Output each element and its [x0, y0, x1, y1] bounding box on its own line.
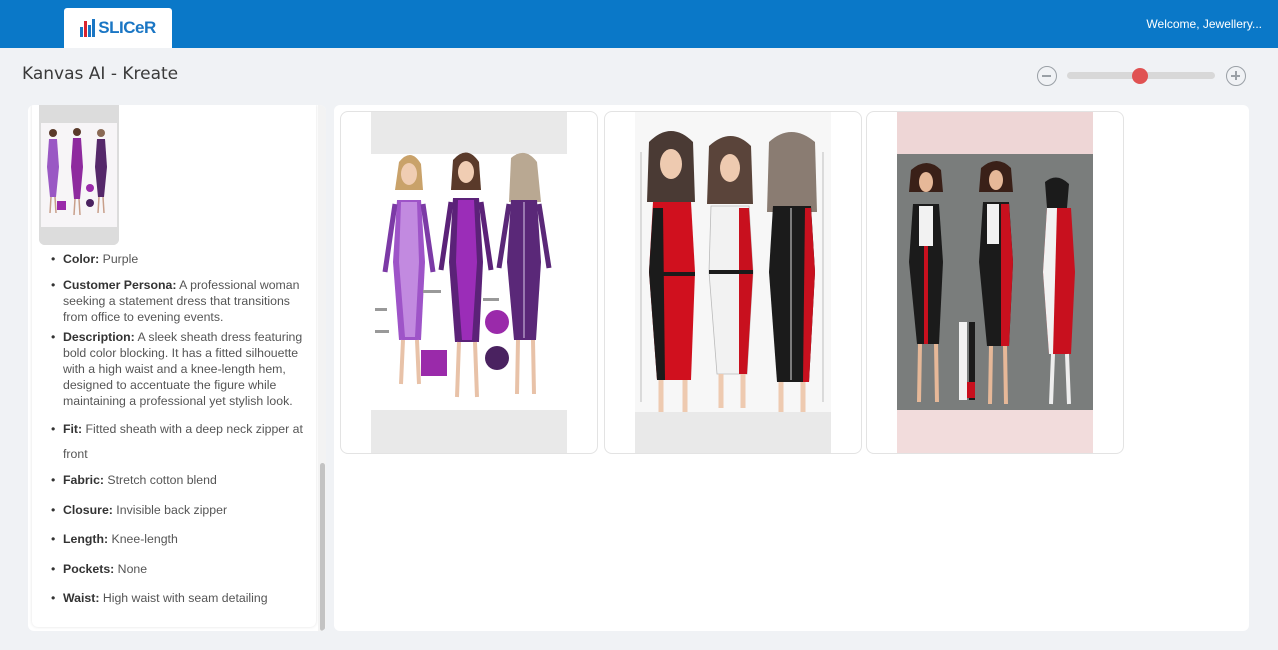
- attribute-label: Color:: [63, 252, 100, 266]
- selected-design-thumbnail[interactable]: [39, 105, 119, 245]
- attribute-value: Knee-length: [108, 532, 178, 546]
- logo-text: SLICeR: [98, 18, 156, 37]
- attribute-length: Length: Knee-length: [51, 531, 313, 547]
- zoom-in-icon[interactable]: [1226, 66, 1246, 86]
- design-card-3[interactable]: [866, 111, 1124, 454]
- attribute-fit: Fit: Fitted sheath with a deep neck zipp…: [51, 417, 313, 467]
- attribute-label: Pockets:: [63, 562, 115, 576]
- top-bar: SLICeR Welcome, Jewellery...: [0, 0, 1278, 48]
- design-card-1[interactable]: [340, 111, 598, 454]
- design-card-2[interactable]: [604, 111, 862, 454]
- attribute-waist: Waist: High waist with seam detailing: [51, 590, 313, 606]
- zoom-slider-handle[interactable]: [1132, 68, 1148, 84]
- attribute-label: Fabric:: [63, 473, 104, 487]
- attribute-description: Description: A sleek sheath dress featur…: [51, 329, 313, 409]
- attribute-label: Length:: [63, 532, 109, 546]
- design-gallery: [334, 105, 1249, 631]
- attribute-pockets: Pockets: None: [51, 561, 313, 577]
- attribute-value: None: [114, 562, 148, 576]
- attribute-label: Customer Persona:: [63, 278, 177, 292]
- attribute-label: Waist:: [63, 591, 100, 605]
- attribute-color: Color: Purple: [51, 251, 313, 267]
- attribute-closure: Closure: Invisible back zipper: [51, 502, 313, 518]
- attribute-value: Invisible back zipper: [112, 503, 228, 517]
- details-panel: Color: Purple Customer Persona: A profes…: [28, 105, 326, 631]
- zoom-out-icon[interactable]: [1037, 66, 1057, 86]
- attribute-label: Fit:: [63, 422, 83, 436]
- logo-icon: [80, 19, 96, 37]
- attribute-label: Description:: [63, 330, 135, 344]
- color-block-dress-illustration-image: [897, 112, 1093, 453]
- red-black-dress-sketch-image: [635, 112, 831, 453]
- attribute-customer-persona: Customer Persona: A professional woman s…: [51, 277, 313, 325]
- page-title: Kanvas AI - Kreate: [22, 64, 179, 84]
- logo[interactable]: SLICeR: [64, 8, 172, 48]
- welcome-user[interactable]: Welcome, Jewellery...: [1146, 17, 1262, 31]
- attribute-value: High waist with seam detailing: [99, 591, 268, 605]
- purple-dress-sketch-image: [371, 112, 567, 453]
- attribute-label: Closure:: [63, 503, 113, 517]
- details-scrollbar-thumb[interactable]: [320, 463, 325, 631]
- attribute-value: Purple: [99, 252, 139, 266]
- attribute-value: Stretch cotton blend: [104, 473, 217, 487]
- thumbnail-image: [39, 105, 119, 245]
- details-card: Color: Purple Customer Persona: A profes…: [32, 105, 316, 627]
- attribute-fabric: Fabric: Stretch cotton blend: [51, 472, 313, 488]
- attribute-value: Fitted sheath with a deep neck zipper at…: [63, 422, 303, 461]
